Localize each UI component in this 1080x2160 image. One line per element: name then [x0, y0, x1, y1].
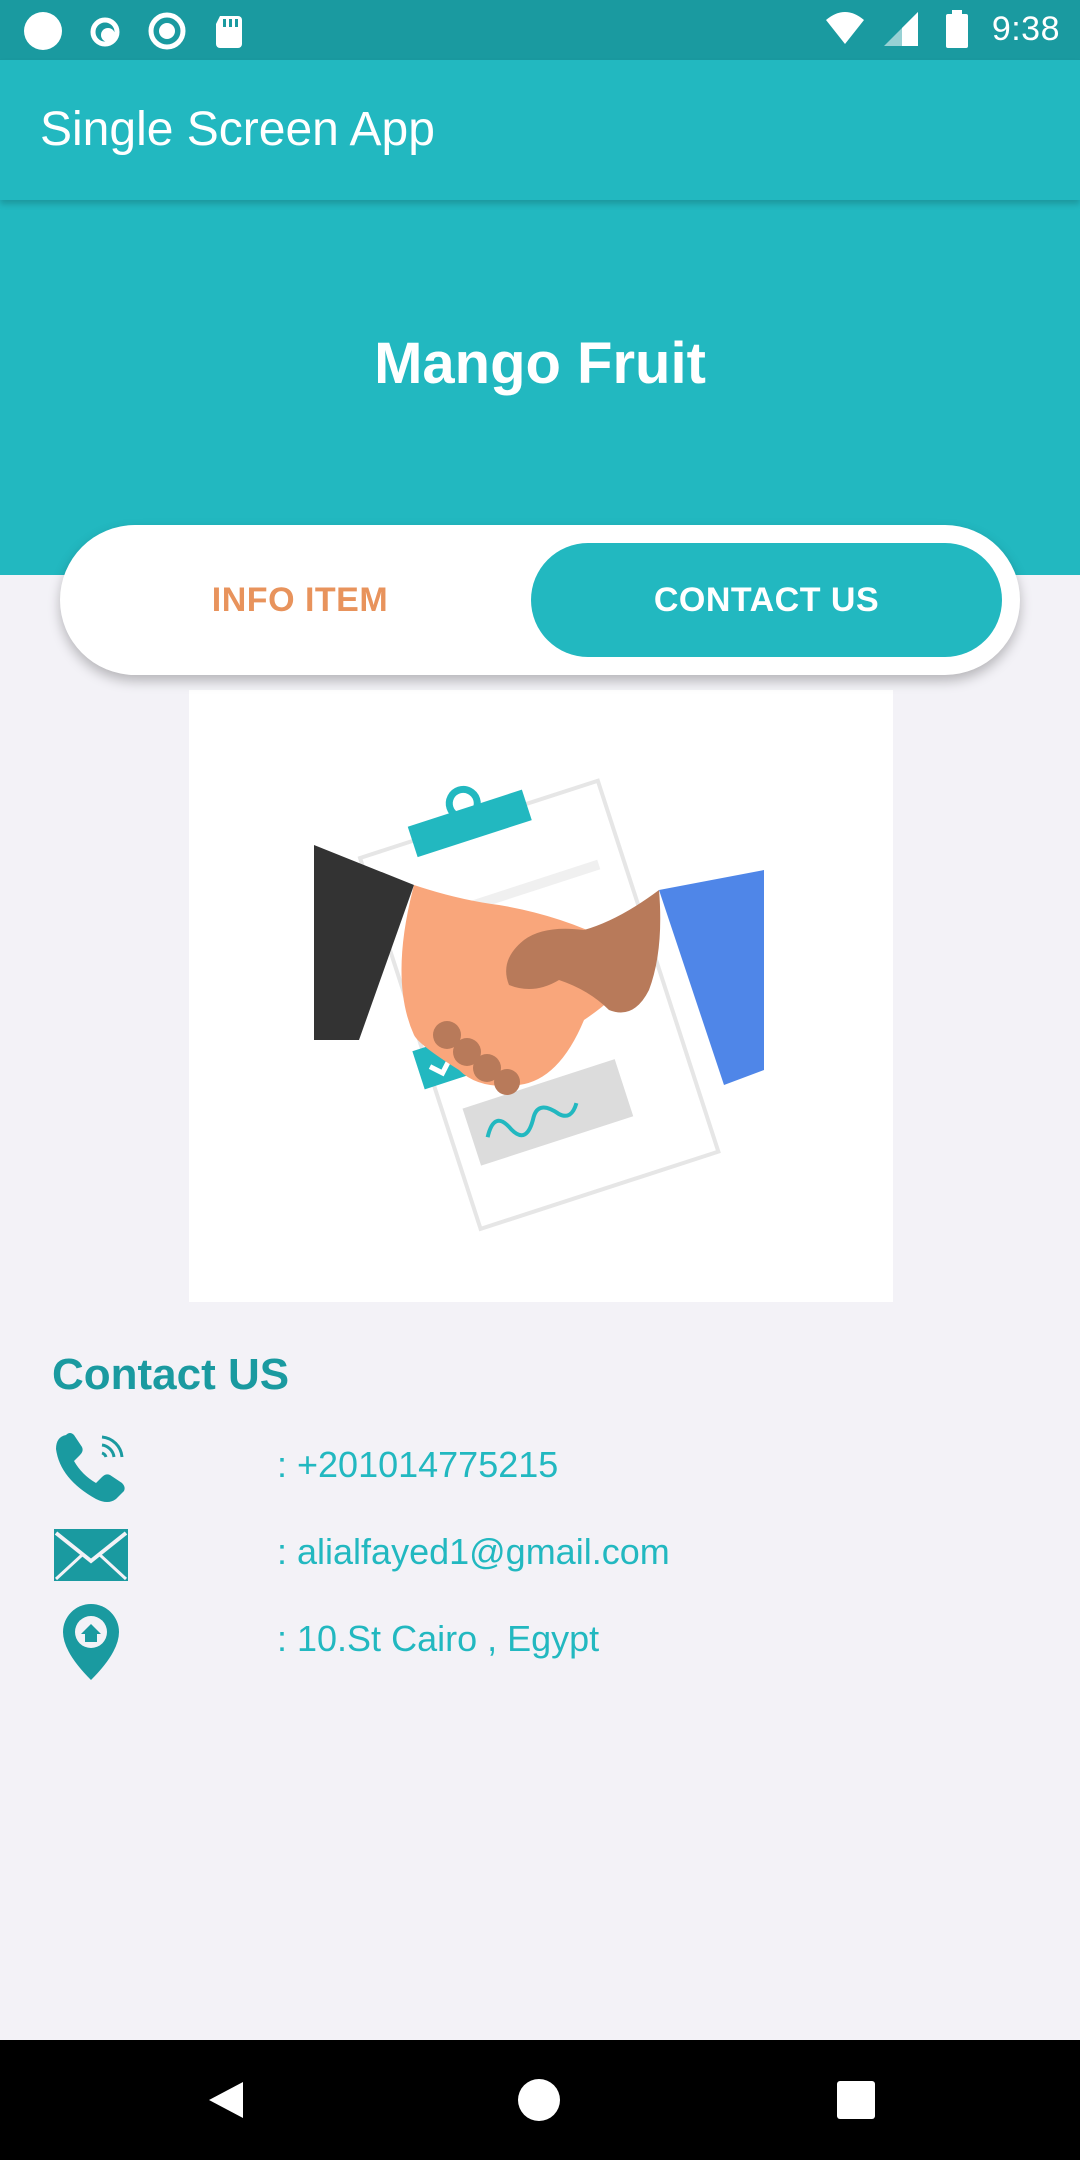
battery-icon [936, 8, 978, 50]
hero-title: Mango Fruit [374, 331, 706, 396]
contact-heading: Contact US [52, 1350, 290, 1399]
status-bar: 9:38 [0, 0, 1080, 60]
location-icon [52, 1602, 130, 1682]
contact-row-email: : alialfayed1@gmail.com [52, 1515, 1032, 1595]
app-title: Single Screen App [40, 103, 435, 156]
circle-icon [22, 10, 64, 52]
phone-icon [52, 1428, 130, 1508]
app-bar: Single Screen App [0, 60, 1080, 200]
wifi-icon [824, 8, 866, 50]
home-icon[interactable] [509, 2070, 569, 2130]
sd-card-icon [208, 10, 250, 52]
handshake-illustration [189, 690, 893, 1302]
hero-banner: Mango Fruit [0, 200, 1080, 575]
tab-contact-us[interactable]: CONTACT US [531, 543, 1002, 657]
recents-icon[interactable] [826, 2070, 886, 2130]
sync-icon [84, 10, 126, 52]
contact-phone-text: : +201014775215 [277, 1444, 559, 1485]
tab-info-item[interactable]: INFO ITEM [80, 543, 520, 657]
system-nav-bar [0, 2040, 1080, 2160]
tab-switcher: INFO ITEM CONTACT US [60, 525, 1020, 675]
back-icon[interactable] [195, 2070, 255, 2130]
contact-address-text: : 10.St Cairo , Egypt [277, 1618, 600, 1659]
status-clock: 9:38 [991, 9, 1060, 48]
mail-icon [52, 1515, 130, 1595]
radio-icon [146, 10, 188, 52]
signal-icon [880, 8, 922, 50]
contact-row-location: : 10.St Cairo , Egypt [52, 1602, 1032, 1682]
contact-email-text: : alialfayed1@gmail.com [277, 1531, 670, 1572]
contact-row-phone: : +201014775215 [52, 1428, 1032, 1508]
